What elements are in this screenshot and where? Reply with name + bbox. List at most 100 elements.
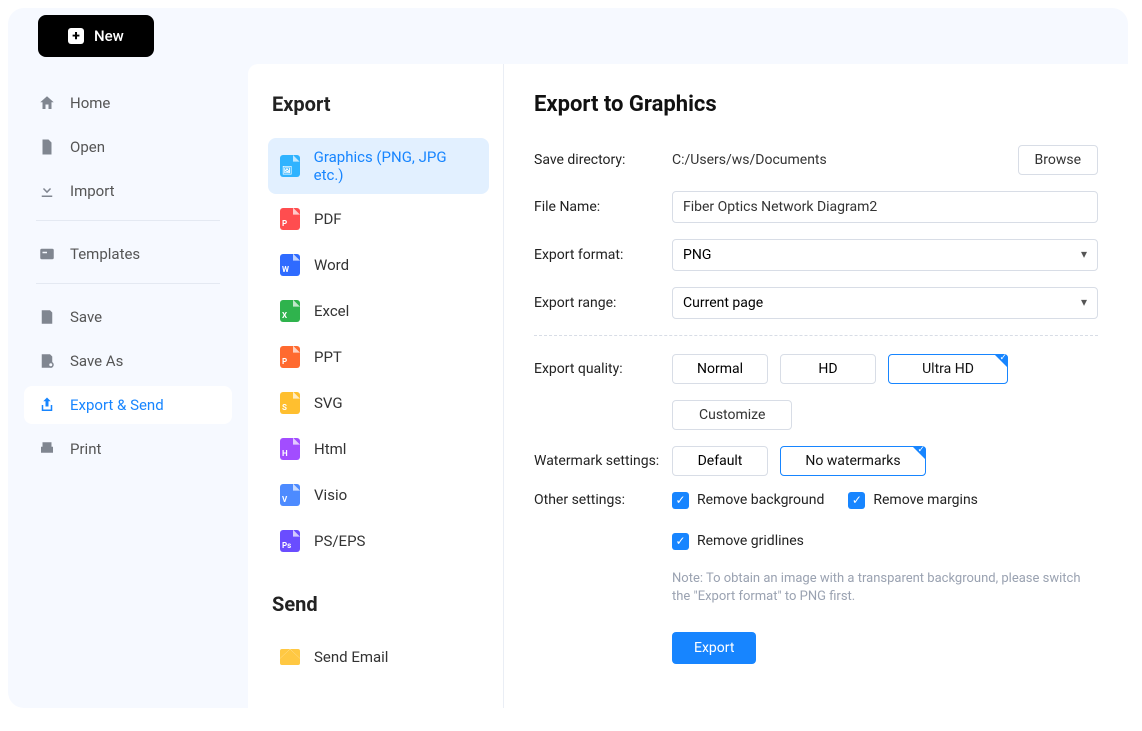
excel-icon: X bbox=[280, 300, 300, 322]
checkbox-remove-gridlines[interactable]: ✓ Remove gridlines bbox=[672, 533, 804, 550]
sidebar-item-label: Templates bbox=[70, 245, 140, 263]
word-icon: W bbox=[280, 254, 300, 276]
export-item-label: Html bbox=[314, 440, 346, 458]
checkbox-label: Remove margins bbox=[873, 492, 978, 508]
export-item-label: SVG bbox=[314, 394, 343, 412]
export-column: Export 🖼 Graphics (PNG, JPG etc.) P PDF … bbox=[248, 64, 504, 708]
label-file-name: File Name: bbox=[534, 199, 672, 215]
export-button[interactable]: Export bbox=[672, 632, 756, 664]
label-other-settings: Other settings: bbox=[534, 492, 672, 508]
sidebar-separator bbox=[36, 283, 220, 284]
browse-button[interactable]: Browse bbox=[1018, 145, 1098, 175]
export-item-ppt[interactable]: P PPT bbox=[268, 336, 489, 378]
row-other-settings: Other settings: ✓ Remove background ✓ Re… bbox=[534, 492, 1098, 664]
sidebar-item-save[interactable]: Save bbox=[24, 298, 232, 336]
ppt-icon: P bbox=[280, 346, 300, 368]
quality-hd[interactable]: HD bbox=[780, 354, 876, 384]
export-title: Export bbox=[272, 92, 489, 116]
new-button-label: New bbox=[94, 27, 124, 45]
export-item-label: PPT bbox=[314, 348, 342, 366]
row-save-directory: Save directory: C:/Users/ws/Documents Br… bbox=[534, 145, 1098, 175]
sidebar-item-label: Print bbox=[70, 440, 101, 458]
body: Home Open Import Templates Save bbox=[8, 64, 1128, 708]
export-item-excel[interactable]: X Excel bbox=[268, 290, 489, 332]
export-item-label: Graphics (PNG, JPG etc.) bbox=[314, 148, 477, 184]
checkmark-icon: ✓ bbox=[672, 492, 689, 509]
customize-button[interactable]: Customize bbox=[672, 400, 792, 430]
sidebar-item-print[interactable]: Print bbox=[24, 430, 232, 468]
checkbox-remove-background[interactable]: ✓ Remove background bbox=[672, 492, 824, 509]
print-icon bbox=[38, 440, 56, 458]
main-panel: Export 🖼 Graphics (PNG, JPG etc.) P PDF … bbox=[248, 64, 1128, 708]
app-window: + New Home Open Import Templates bbox=[8, 8, 1128, 708]
save-as-icon bbox=[38, 352, 56, 370]
sidebar-item-label: Open bbox=[70, 138, 105, 156]
sidebar-item-open[interactable]: Open bbox=[24, 128, 232, 166]
row-file-name: File Name: bbox=[534, 191, 1098, 223]
sidebar-item-save-as[interactable]: Save As bbox=[24, 342, 232, 380]
checkbox-remove-margins[interactable]: ✓ Remove margins bbox=[848, 492, 978, 509]
plus-icon: + bbox=[68, 28, 84, 44]
pdf-icon: P bbox=[280, 208, 300, 230]
checkmark-icon: ✓ bbox=[848, 492, 865, 509]
export-item-label: Excel bbox=[314, 302, 349, 320]
sidebar-item-label: Save As bbox=[70, 352, 123, 370]
export-item-visio[interactable]: V Visio bbox=[268, 474, 489, 516]
select-value: PNG bbox=[683, 247, 711, 263]
label-watermark: Watermark settings: bbox=[534, 453, 672, 469]
export-item-label: PDF bbox=[314, 210, 342, 228]
sidebar-item-import[interactable]: Import bbox=[24, 172, 232, 210]
export-range-select[interactable]: Current page bbox=[672, 287, 1098, 319]
send-email-item[interactable]: Send Email bbox=[268, 638, 489, 676]
templates-icon bbox=[38, 245, 56, 263]
export-item-word[interactable]: W Word bbox=[268, 244, 489, 286]
export-item-graphics[interactable]: 🖼 Graphics (PNG, JPG etc.) bbox=[268, 138, 489, 194]
checkmark-icon: ✓ bbox=[672, 533, 689, 550]
sidebar-item-templates[interactable]: Templates bbox=[24, 235, 232, 273]
home-icon bbox=[38, 94, 56, 112]
topbar: + New bbox=[8, 8, 1128, 64]
label-export-quality: Export quality: bbox=[534, 361, 672, 377]
sidebar-separator bbox=[36, 220, 220, 221]
sidebar-item-home[interactable]: Home bbox=[24, 84, 232, 122]
mail-icon bbox=[280, 649, 300, 665]
file-icon bbox=[38, 138, 56, 156]
sidebar-item-export-send[interactable]: Export & Send bbox=[24, 386, 232, 424]
export-item-pdf[interactable]: P PDF bbox=[268, 198, 489, 240]
select-value: Current page bbox=[683, 295, 763, 311]
export-icon bbox=[38, 396, 56, 414]
sidebar: Home Open Import Templates Save bbox=[8, 64, 248, 708]
note-text: Note: To obtain an image with a transpar… bbox=[672, 570, 1098, 606]
ps-icon: Ps bbox=[280, 530, 300, 552]
export-item-label: PS/EPS bbox=[314, 532, 365, 550]
row-watermark: Watermark settings: Default No watermark… bbox=[534, 446, 1098, 476]
label-export-format: Export format: bbox=[534, 247, 672, 263]
watermark-default[interactable]: Default bbox=[672, 446, 768, 476]
row-export-format: Export format: PNG bbox=[534, 239, 1098, 271]
send-email-label: Send Email bbox=[314, 648, 388, 666]
import-icon bbox=[38, 182, 56, 200]
visio-icon: V bbox=[280, 484, 300, 506]
export-item-ps-eps[interactable]: Ps PS/EPS bbox=[268, 520, 489, 562]
html-icon: H bbox=[280, 438, 300, 460]
dashed-separator bbox=[534, 335, 1098, 336]
file-name-input[interactable] bbox=[672, 191, 1098, 223]
row-export-range: Export range: Current page bbox=[534, 287, 1098, 319]
quality-ultra-hd[interactable]: Ultra HD bbox=[888, 354, 1008, 384]
checkbox-label: Remove gridlines bbox=[697, 533, 804, 549]
export-format-select[interactable]: PNG bbox=[672, 239, 1098, 271]
save-icon bbox=[38, 308, 56, 326]
label-export-range: Export range: bbox=[534, 295, 672, 311]
row-customize: Customize bbox=[534, 400, 1098, 430]
value-save-directory: C:/Users/ws/Documents bbox=[672, 152, 1008, 168]
detail-title: Export to Graphics bbox=[534, 92, 1098, 117]
export-item-label: Word bbox=[314, 256, 349, 274]
export-item-svg[interactable]: S SVG bbox=[268, 382, 489, 424]
label-save-directory: Save directory: bbox=[534, 152, 672, 168]
quality-normal[interactable]: Normal bbox=[672, 354, 768, 384]
export-item-html[interactable]: H Html bbox=[268, 428, 489, 470]
sidebar-item-label: Save bbox=[70, 308, 102, 326]
svg-icon: S bbox=[280, 392, 300, 414]
watermark-none[interactable]: No watermarks bbox=[780, 446, 926, 476]
new-button[interactable]: + New bbox=[38, 15, 154, 57]
